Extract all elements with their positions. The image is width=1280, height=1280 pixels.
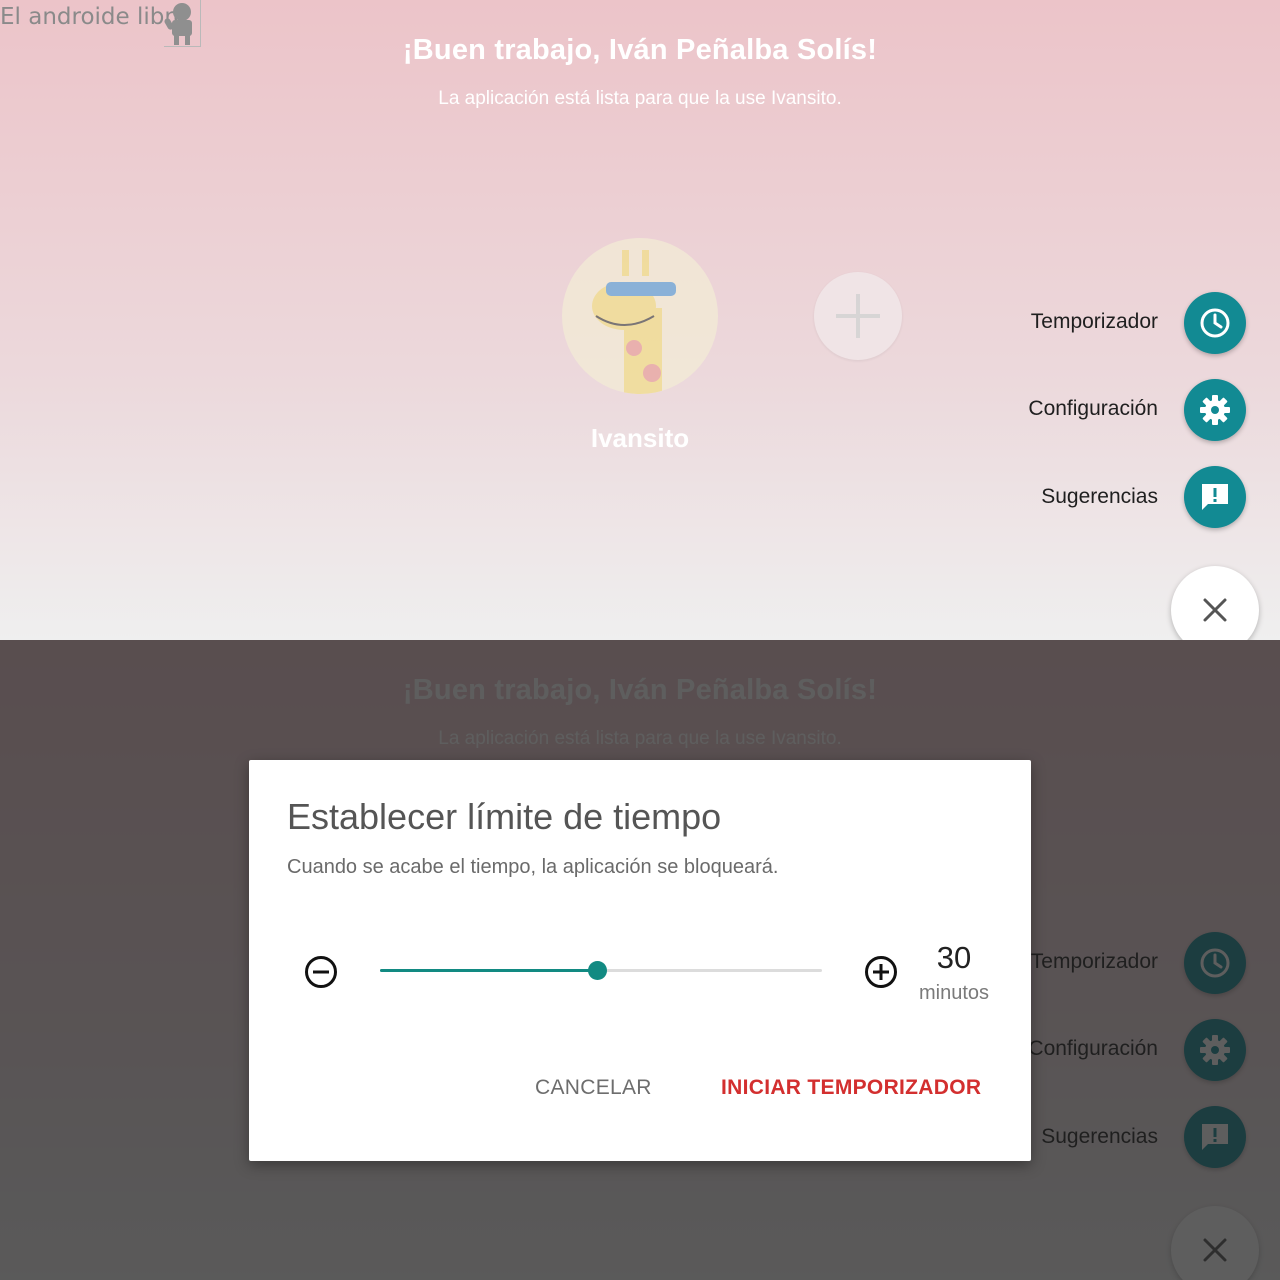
time-value: 30: [936, 940, 972, 975]
start-timer-button[interactable]: INICIAR TEMPORIZADOR: [721, 1076, 981, 1100]
close-icon: [1203, 598, 1227, 622]
giraffe-icon: [592, 250, 676, 394]
fab-label-feedback[interactable]: Sugerencias: [1041, 485, 1158, 509]
plus-circle-icon: [865, 956, 897, 988]
plus-icon: [836, 294, 880, 338]
time-unit: minutos: [918, 982, 990, 1004]
increase-button[interactable]: [864, 955, 898, 989]
slider-fill: [380, 969, 597, 972]
dialog-message: Cuando se acabe el tiempo, la aplicación…: [287, 856, 779, 878]
fab-label-settings[interactable]: Configuración: [1028, 397, 1158, 421]
add-child-button[interactable]: [814, 272, 902, 360]
time-slider[interactable]: [380, 961, 822, 980]
minus-circle-icon: [305, 956, 337, 988]
child-avatar[interactable]: [562, 238, 718, 394]
watermark-text: El androide libre: [0, 4, 188, 30]
slider-thumb[interactable]: [587, 961, 607, 980]
fab-timer-button[interactable]: [1184, 292, 1246, 354]
feedback-icon: [1202, 484, 1228, 510]
fab-feedback-button[interactable]: [1184, 466, 1246, 528]
gear-icon: [1200, 395, 1230, 425]
greeting-headline: ¡Buen trabajo, Iván Peñalba Solís!: [402, 34, 878, 66]
home-screen: El androide libre ¡Buen trabajo, Iván Pe…: [0, 0, 1280, 640]
fab-close-button[interactable]: [1171, 566, 1259, 640]
decrease-button[interactable]: [304, 955, 338, 989]
fab-label-timer[interactable]: Temporizador: [1031, 310, 1158, 334]
dialog-title: Establecer límite de tiempo: [287, 796, 722, 837]
clock-icon: [1200, 308, 1230, 338]
time-limit-dialog: Establecer límite de tiempo Cuando se ac…: [249, 760, 1031, 1161]
ready-subtitle: La aplicación está lista para que la use…: [438, 88, 842, 109]
cancel-button[interactable]: CANCELAR: [535, 1076, 652, 1100]
child-name: Ivansito: [590, 423, 690, 453]
fab-settings-button[interactable]: [1184, 379, 1246, 441]
